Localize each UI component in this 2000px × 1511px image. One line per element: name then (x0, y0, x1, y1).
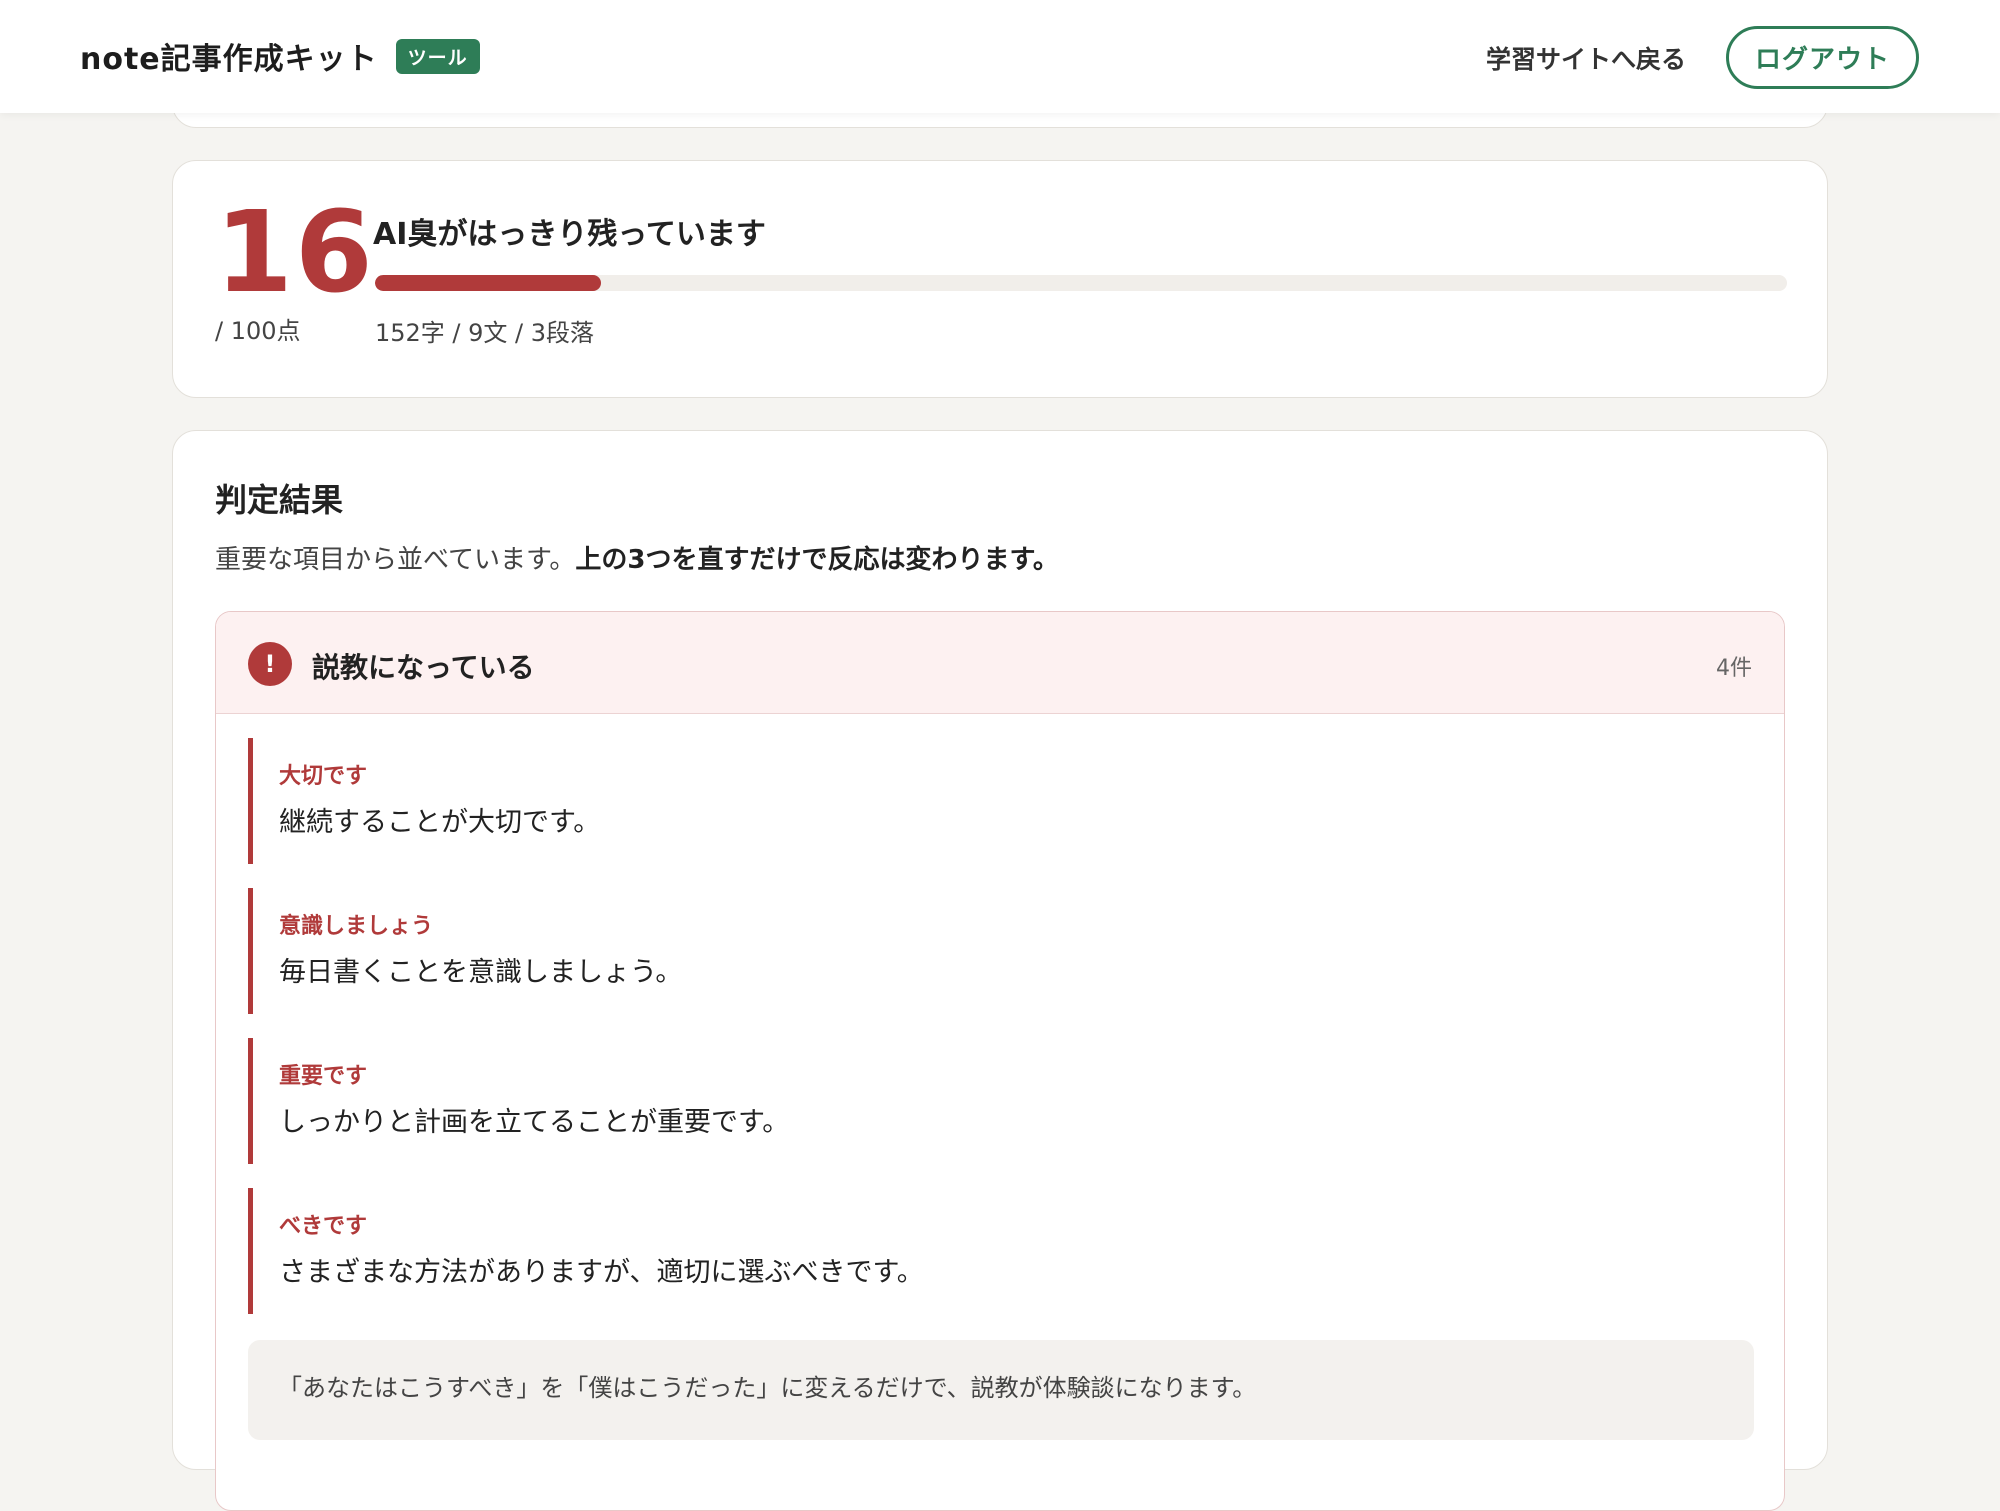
app-title: note記事作成キット (80, 42, 378, 77)
issue-item-label: 大切です (279, 764, 368, 789)
tool-badge: ツール (395, 38, 480, 74)
issue-item-text: さまざまな方法がありますが、適切に選ぶべきです。 (279, 1257, 924, 1288)
issue-group-preachy: ! 説教になっている 4件 大切です 継続することが大切です。 意識しましょう … (215, 611, 1785, 1511)
score-max-label: / 100点 (215, 317, 301, 345)
issue-item-text: 毎日書くことを意識しましょう。 (279, 957, 683, 988)
advice-tip-text: 「あなたはこうすべき」を「僕はこうだった」に変えるだけで、説教が体験談になります… (278, 1374, 1257, 1402)
issue-item-label: 重要です (279, 1064, 368, 1089)
issue-item-label: べきです (279, 1214, 368, 1239)
issue-group-title: 説教になっている (312, 651, 535, 684)
brand: note記事作成キット ツール (80, 34, 480, 78)
score-progress-bar (375, 275, 1787, 291)
logout-button[interactable]: ログアウト (1726, 26, 1919, 89)
score-verdict: AI臭がはっきり残っています (373, 217, 766, 252)
advice-tip: 「あなたはこうすべき」を「僕はこうだった」に変えるだけで、説教が体験談になります… (248, 1340, 1754, 1440)
result-description-plain: 重要な項目から並べています。 (215, 545, 576, 575)
result-card: 判定結果 重要な項目から並べています。上の3つを直すだけで反応は変わります。 !… (172, 430, 1828, 1511)
result-description: 重要な項目から並べています。上の3つを直すだけで反応は変わります。 (215, 539, 1059, 576)
issue-item: べきです さまざまな方法がありますが、適切に選ぶべきです。 (248, 1188, 1754, 1314)
issue-item: 意識しましょう 毎日書くことを意識しましょう。 (248, 888, 1754, 1014)
result-description-bold: 上の3つを直すだけで反応は変わります。 (575, 545, 1059, 575)
top-bar: note記事作成キット ツール 学習サイトへ戻る ログアウト (0, 0, 2000, 113)
issue-item-text: しっかりと計画を立てることが重要です。 (279, 1107, 790, 1138)
issue-item: 大切です 継続することが大切です。 (248, 738, 1754, 864)
issue-item: 重要です しっかりと計画を立てることが重要です。 (248, 1038, 1754, 1164)
issue-item-text: 継続することが大切です。 (279, 807, 601, 838)
result-title: 判定結果 (215, 481, 344, 519)
back-to-learning-site-link[interactable]: 学習サイトへ戻る (1486, 40, 1686, 76)
issue-group-header[interactable]: ! 説教になっている 4件 (216, 612, 1784, 714)
score-progress-fill (375, 275, 601, 291)
text-stats: 152字 / 9文 / 3段落 (375, 319, 595, 347)
issue-item-label: 意識しましょう (279, 914, 434, 939)
score-card: 16 / 100点 AI臭がはっきり残っています 152字 / 9文 / 3段落 (172, 160, 1828, 398)
issue-group-count: 4件 (1716, 656, 1752, 681)
score-value: 16 (215, 188, 375, 318)
exclamation-icon: ! (248, 642, 292, 686)
